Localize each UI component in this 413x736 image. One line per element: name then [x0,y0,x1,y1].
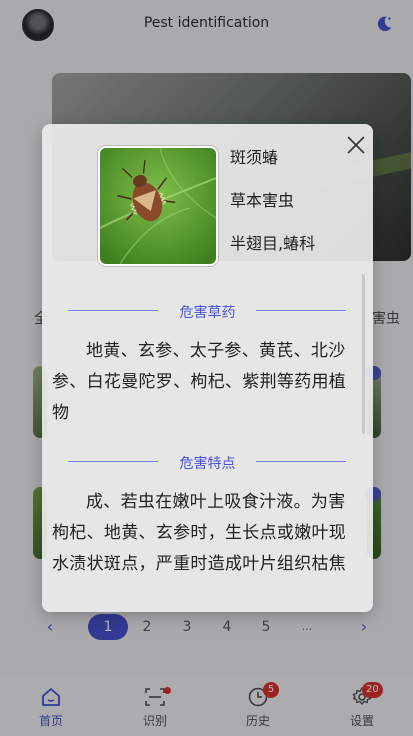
close-icon[interactable] [343,132,369,158]
section-title-herbs: 危害草药 [179,305,236,321]
section-header: 危害特点 [42,441,373,481]
pest-detail-content[interactable]: 危害草药 地黄、玄参、太子参、黄芪、北沙参、白花曼陀罗、枸杞、紫荆等药用植物 危… [42,284,373,612]
section-text-damage: 成、若虫在嫩叶上吸食汁液。为害枸杞、地黄、玄参时，生长点或嫩叶现水渍状斑点，严重… [52,492,347,574]
pest-order: 半翅目,蝽科 [230,234,316,253]
pest-info: 斑须蝽 草本害虫 半翅目,蝽科 [230,148,315,277]
divider [256,310,346,311]
section-text-herbs: 地黄、玄参、太子参、黄芪、北沙参、白花曼陀罗、枸杞、紫荆等药用植物 [52,341,347,423]
pest-photo [98,146,218,266]
pest-type: 草本害虫 [230,191,295,210]
pest-name: 斑须蝽 [230,148,279,167]
section-header: 危害草药 [42,290,373,330]
section-title-damage: 危害特点 [179,456,236,472]
pest-detail-modal: 斑须蝽 草本害虫 半翅目,蝽科 危害草药 地黄、玄参、太子参、黄芪、北沙参、白花… [42,124,373,612]
divider [256,461,346,462]
